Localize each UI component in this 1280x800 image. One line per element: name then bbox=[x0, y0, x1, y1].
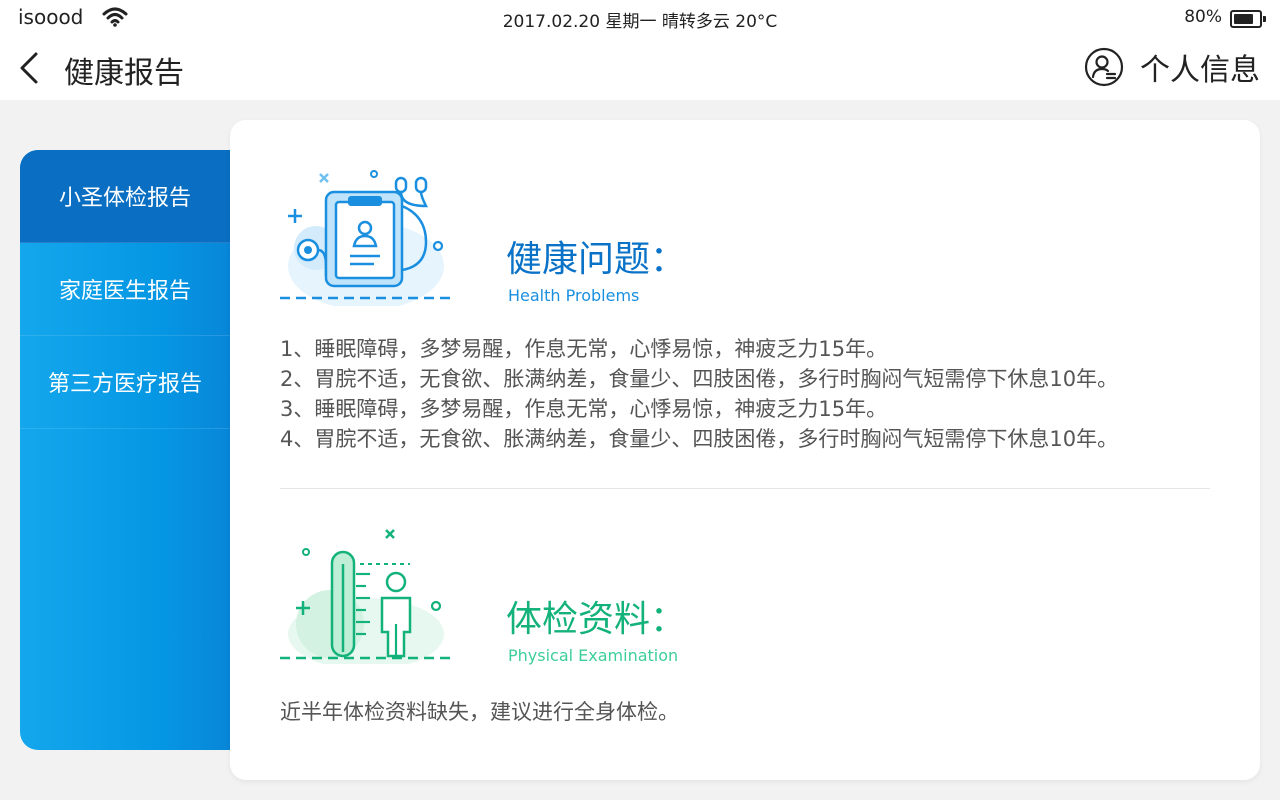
physical-exam-title: 体检资料： bbox=[506, 599, 687, 640]
sidebar: 小圣体检报告 家庭医生报告 第三方医疗报告 bbox=[20, 150, 260, 750]
list-item: 4、胃脘不适，无食欲、胀满纳差，食量少、四肢困倦，多行时胸闷气短需停下休息10年… bbox=[280, 427, 1119, 451]
profile-label: 个人信息 bbox=[1140, 53, 1260, 88]
sidebar-item-family-doctor-report[interactable]: 家庭医生报告 bbox=[20, 243, 230, 336]
medical-clipboard-icon bbox=[280, 170, 452, 306]
health-problems-subtitle: Health Problems bbox=[508, 286, 640, 305]
back-chevron-icon[interactable] bbox=[14, 48, 44, 88]
sidebar-item-label: 家庭医生报告 bbox=[58, 279, 191, 304]
battery-fill bbox=[1234, 14, 1253, 24]
sidebar-item-label: 第三方医疗报告 bbox=[47, 372, 202, 397]
health-problems-title: 健康问题： bbox=[506, 239, 687, 280]
physical-exam-text: 近半年体检资料缺失，建议进行全身体检。 bbox=[280, 700, 679, 724]
status-date-weather: 2017.02.20 星期一 晴转多云 20°C bbox=[502, 12, 778, 32]
health-problems-list: 1、睡眠障碍，多梦易醒，作息无常，心悸易惊，神疲乏力15年。 2、胃脘不适，无食… bbox=[280, 334, 1118, 454]
page-title: 健康报告 bbox=[64, 56, 184, 91]
nav-bar: 健康报告 个人信息 bbox=[0, 36, 1280, 100]
list-item: 3、睡眠障碍，多梦易醒，作息无常，心悸易惊，神疲乏力15年。 bbox=[280, 397, 888, 421]
report-card: 健康问题： Health Problems 1、睡眠障碍，多梦易醒，作息无常，心… bbox=[230, 120, 1260, 780]
physical-exam-subtitle: Physical Examination bbox=[508, 646, 679, 665]
section-divider bbox=[280, 488, 1210, 489]
battery-percent: 80% bbox=[1184, 7, 1222, 27]
list-item: 2、胃脘不适，无食欲、胀满纳差，食量少、四肢困倦，多行时胸闷气短需停下休息10年… bbox=[280, 367, 1119, 391]
sidebar-item-third-party-report[interactable]: 第三方医疗报告 bbox=[20, 336, 230, 429]
user-circle-icon bbox=[1084, 47, 1124, 87]
height-measure-icon bbox=[280, 529, 452, 664]
sidebar-item-label: 小圣体检报告 bbox=[58, 186, 191, 211]
battery-icon bbox=[1230, 10, 1266, 28]
status-bar: isoood 2017.02.20 星期一 晴转多云 20°C 80% bbox=[0, 0, 1280, 36]
battery-tip bbox=[1263, 16, 1266, 22]
list-item: 1、睡眠障碍，多梦易醒，作息无常，心悸易惊，神疲乏力15年。 bbox=[280, 337, 888, 361]
profile-button[interactable]: 个人信息 bbox=[1084, 44, 1260, 90]
sidebar-item-xiaosheng-report[interactable]: 小圣体检报告 bbox=[20, 150, 230, 243]
